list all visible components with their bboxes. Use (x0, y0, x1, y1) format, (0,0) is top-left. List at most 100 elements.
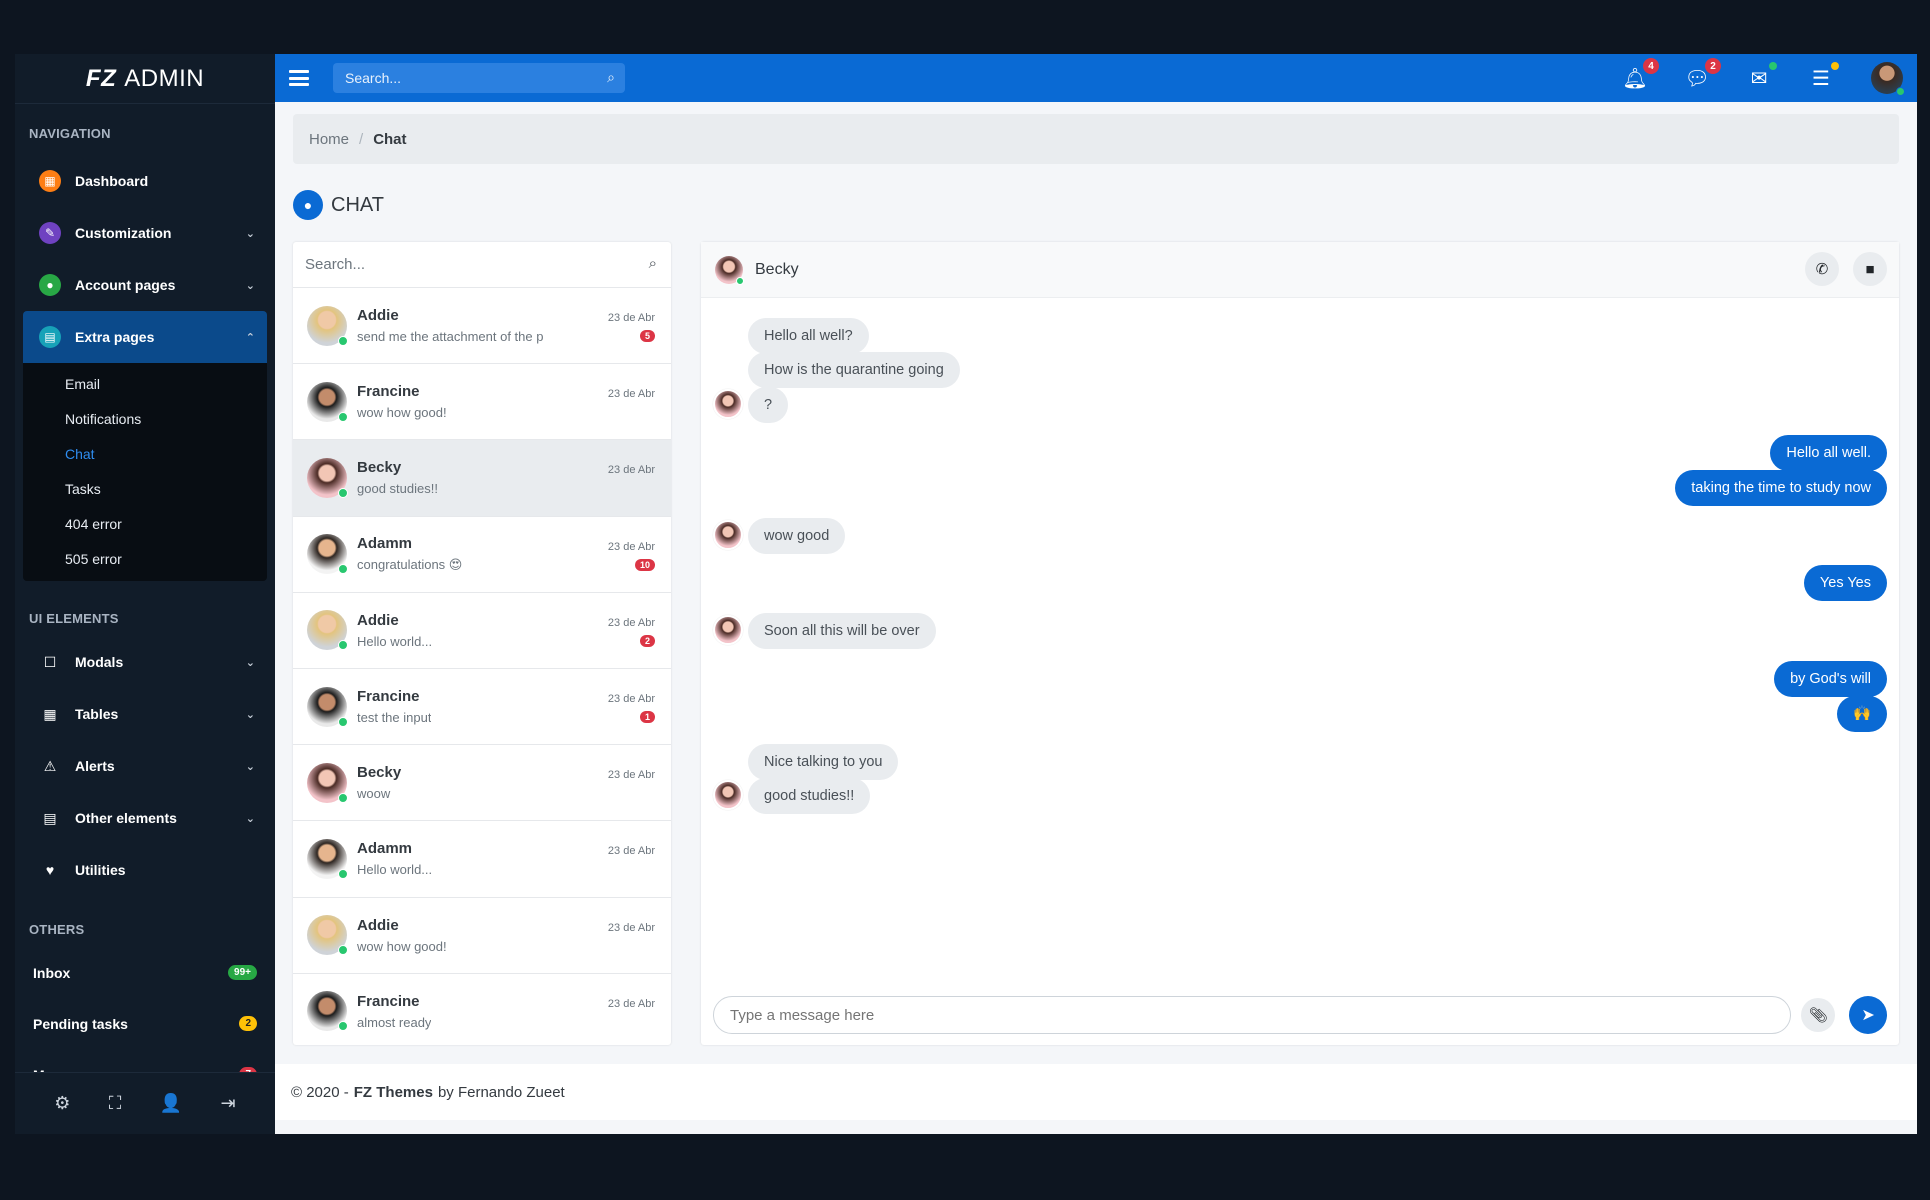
conversation-item[interactable]: Adamm Hello world... 23 de Abr (293, 821, 671, 898)
send-button[interactable]: ➤ (1849, 996, 1887, 1034)
online-indicator (338, 1021, 348, 1032)
sidebar-item-label: Extra pages (75, 329, 155, 345)
conversation-date: 23 de Abr (607, 845, 655, 858)
chevron-down-icon: ⌄ (245, 708, 255, 721)
brand-mark: FZ (85, 64, 117, 92)
unread-badge: 2 (639, 634, 655, 647)
user-avatar[interactable] (1871, 62, 1905, 96)
brand-name: ADMIN (124, 64, 205, 92)
sidebar-item-customization[interactable]: ✎ Customization ⌄ (23, 207, 267, 259)
sidebar-item-other-elements[interactable]: ▤ Other elements ⌄ (23, 792, 267, 844)
outgoing-message: taking the time to study now (1675, 470, 1887, 506)
message-input[interactable] (713, 996, 1792, 1034)
sidebar-item-dashboard[interactable]: ▦ Dashboard (23, 155, 267, 207)
search-icon[interactable]: ⌕ (649, 255, 657, 272)
conversation-item[interactable]: Francine wow how good! 23 de Abr (293, 364, 671, 441)
page-title-text: CHAT (331, 193, 384, 216)
conversation-item[interactable]: Addie send me the attachment of the p 23 d… (293, 288, 671, 365)
conversation-panel: Becky ✆ ■ Hello all well? How is the quar… (701, 242, 1899, 1045)
square-icon: ☐ (43, 653, 57, 670)
footer-brand: FZ Themes (353, 1083, 433, 1101)
chevron-up-icon: ⌃ (245, 331, 255, 344)
breadcrumb-home[interactable]: Home (309, 131, 349, 148)
conversation-date: 23 de Abr (607, 540, 655, 553)
dashboard-icon: ▦ (39, 170, 61, 192)
sidebar-item-label: Account pages (75, 277, 176, 293)
envelope-icon[interactable]: ✉ (1747, 62, 1777, 90)
incoming-message: How is the quarantine going (748, 352, 960, 388)
sidebar-item-alerts[interactable]: ⚠ Alerts ⌄ (23, 740, 267, 792)
sidebar-item-account-pages[interactable]: ● Account pages ⌄ (23, 259, 267, 311)
submenu-item-email[interactable]: Email (23, 367, 267, 402)
user-lock-icon[interactable]: 👤 (160, 1093, 182, 1114)
page-footer: © 2020 - FZ Themes by Fernando Zueet (275, 1064, 1917, 1120)
page-title: ● CHAT (293, 190, 384, 220)
conversation-name: Addie (357, 611, 399, 629)
sidebar-item-inbox[interactable]: Inbox 99+ (15, 947, 275, 998)
topbar-icons: 🔔︎ 4 💬︎ 2 ✉ ☰ (1622, 54, 1905, 102)
sidebar-item-tables[interactable]: ▦ Tables ⌄ (23, 688, 267, 740)
sidebar-item-label: Customization (75, 225, 172, 241)
conversation-item[interactable]: Becky good studies!! 23 de Abr (293, 440, 671, 517)
sidebar-item-extra-pages[interactable]: ▤ Extra pages ⌃ (23, 311, 267, 363)
breadcrumb-separator: / (359, 130, 364, 148)
sidebar-item-utilities[interactable]: ♥ Utilities (23, 844, 267, 896)
menu-toggle-icon[interactable] (289, 70, 309, 86)
sidebar-item-modals[interactable]: ☐ Modals ⌄ (23, 636, 267, 688)
section-others: OTHERS (29, 922, 85, 937)
conversation-item[interactable]: Francine test the input 23 de Abr 1 (293, 669, 671, 746)
logout-icon[interactable]: ⇥ (221, 1093, 236, 1114)
incoming-message: wow good (748, 518, 846, 554)
sidebar-item-label: Alerts (75, 758, 115, 774)
chat-bubbles-icon[interactable]: 💬︎ 2 (1684, 58, 1721, 90)
outgoing-message: 🙌 (1836, 696, 1887, 732)
paperclip-icon[interactable]: 📎︎ (1801, 998, 1836, 1032)
sidebar-item-label: Other elements (75, 810, 177, 826)
chat-search-placeholder: Search... (305, 256, 366, 273)
submenu-item-404[interactable]: 404 error (23, 507, 267, 542)
bell-icon[interactable]: 🔔︎ 4 (1622, 58, 1659, 90)
incoming-message: Nice talking to you (748, 744, 899, 780)
video-camera-icon[interactable]: ■ (1853, 252, 1887, 286)
avatar (307, 610, 348, 651)
fullscreen-icon[interactable]: ⛶ (109, 1093, 122, 1114)
submenu-item-notifications[interactable]: Notifications (23, 402, 267, 437)
chevron-down-icon: ⌄ (245, 279, 255, 292)
conversation-item[interactable]: Francine almost ready 23 de Abr (293, 974, 671, 1045)
breadcrumb-current: Chat (373, 130, 407, 148)
chat-search-input[interactable]: Search... ⌕ (293, 242, 671, 288)
avatar (307, 305, 348, 346)
conversation-item[interactable]: Addie Hello world... 23 de Abr 2 (293, 593, 671, 669)
search-icon[interactable]: ⌕ (607, 69, 615, 86)
brand-logo[interactable]: FZ ADMIN (15, 54, 275, 104)
conversation-item[interactable]: Addie wow how good! 23 de Abr (293, 898, 671, 974)
sidebar-item-pending-tasks[interactable]: Pending tasks 2 (15, 998, 275, 1049)
conversation-item[interactable]: Adamm congratulations 😍 23 de Abr 10 (293, 517, 671, 593)
avatar (307, 915, 348, 956)
user-icon: ● (293, 190, 323, 220)
phone-icon[interactable]: ✆ (1805, 252, 1839, 286)
gear-icon[interactable]: ⚙ (54, 1093, 70, 1114)
outgoing-message: Hello all well. (1770, 435, 1887, 471)
sidebar-item-label: Modals (75, 654, 124, 670)
topbar: Search... ⌕ 🔔︎ 4 💬︎ 2 ✉ ☰ (275, 54, 1917, 102)
chevron-down-icon: ⌄ (245, 760, 255, 773)
conversation-preview: send me the attachment of the p (357, 329, 544, 345)
incoming-message: Hello all well? (748, 318, 869, 354)
online-indicator (338, 564, 348, 575)
submenu-item-chat[interactable]: Chat (23, 437, 267, 472)
submenu-item-505[interactable]: 505 error (23, 542, 267, 577)
online-indicator (1896, 87, 1905, 96)
tasks-icon[interactable]: ☰ (1809, 62, 1839, 90)
sender-avatar (713, 520, 743, 550)
submenu-item-tasks[interactable]: Tasks (23, 472, 267, 507)
avatar (307, 457, 348, 498)
palette-icon: ✎ (39, 222, 61, 244)
conversation-date: 23 de Abr (607, 769, 655, 782)
top-search-input[interactable]: Search... ⌕ (333, 63, 625, 93)
conversation-date: 23 de Abr (607, 692, 655, 705)
conversation-preview: good studies!! (357, 481, 438, 497)
conversation-preview: wow how good! (357, 405, 447, 421)
conversation-item[interactable]: Becky woow 23 de Abr (293, 745, 671, 822)
avatar (307, 991, 348, 1032)
